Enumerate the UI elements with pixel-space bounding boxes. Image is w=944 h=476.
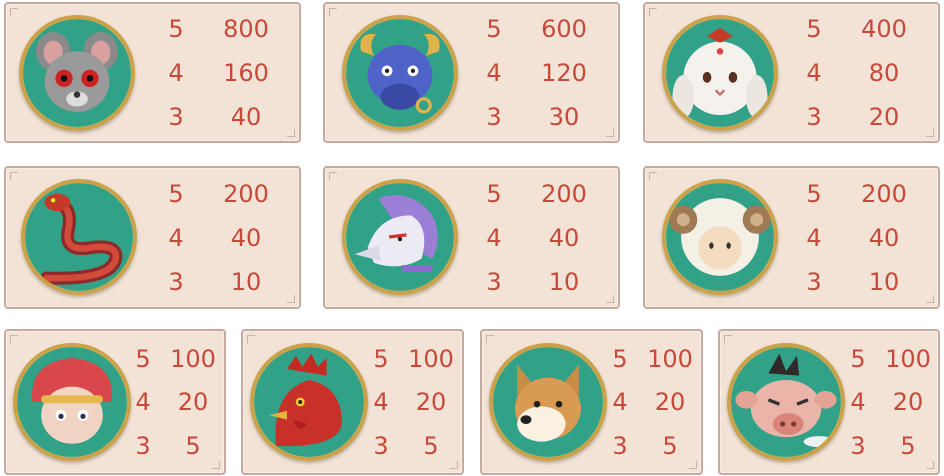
payout-value: 5 xyxy=(185,432,201,460)
paytable-card-ox: 5 600 4 120 3 30 xyxy=(323,2,620,143)
symbol-count: 5 xyxy=(612,345,628,373)
symbol-count: 5 xyxy=(168,15,184,43)
symbol-count: 4 xyxy=(612,388,628,416)
paytable-card-rat: 5 800 4 160 3 40 xyxy=(4,2,301,143)
paytable-card-dog: 5 100 4 20 3 5 xyxy=(480,329,703,475)
payout-value: 40 xyxy=(868,224,900,252)
payout-value: 100 xyxy=(647,345,693,373)
symbol-count: 5 xyxy=(806,15,822,43)
symbol-count: 4 xyxy=(168,224,184,252)
payout-value: 40 xyxy=(230,103,262,131)
symbol-count: 4 xyxy=(850,388,866,416)
symbol-count: 5 xyxy=(486,180,502,208)
symbol-count: 3 xyxy=(486,268,502,296)
payout-value: 600 xyxy=(541,15,587,43)
payout-value: 20 xyxy=(177,388,209,416)
goat-icon xyxy=(662,179,778,295)
paytable-card-snake: 5 200 4 40 3 10 xyxy=(4,166,301,309)
payout-value: 160 xyxy=(223,59,269,87)
symbol-count: 3 xyxy=(806,103,822,131)
payout-value: 400 xyxy=(861,15,907,43)
payout-value: 40 xyxy=(230,224,262,252)
symbol-count: 5 xyxy=(135,345,151,373)
payout-value: 100 xyxy=(170,345,216,373)
symbol-count: 3 xyxy=(850,432,866,460)
payout-value: 20 xyxy=(415,388,447,416)
monkey-icon xyxy=(13,343,131,461)
paytable-card-goat: 5 200 4 40 3 10 xyxy=(643,166,940,309)
payout-value: 10 xyxy=(230,268,262,296)
symbol-count: 4 xyxy=(806,224,822,252)
payout-value: 20 xyxy=(654,388,686,416)
payout-value: 5 xyxy=(662,432,678,460)
symbol-count: 3 xyxy=(168,268,184,296)
rooster-icon xyxy=(250,343,368,461)
payout-value: 5 xyxy=(900,432,916,460)
symbol-count: 3 xyxy=(486,103,502,131)
payout-value: 5 xyxy=(423,432,439,460)
payout-value: 800 xyxy=(223,15,269,43)
payout-value: 40 xyxy=(548,224,580,252)
symbol-count: 3 xyxy=(168,103,184,131)
horse-icon xyxy=(342,179,458,295)
symbol-count: 5 xyxy=(168,180,184,208)
paytable-card-horse: 5 200 4 40 3 10 xyxy=(323,166,620,309)
symbol-count: 4 xyxy=(135,388,151,416)
paytable-card-monkey: 5 100 4 20 3 5 xyxy=(4,329,226,475)
symbol-count: 4 xyxy=(486,59,502,87)
symbol-count: 3 xyxy=(806,268,822,296)
symbol-count: 5 xyxy=(486,15,502,43)
symbol-count: 4 xyxy=(373,388,389,416)
symbol-count: 3 xyxy=(612,432,628,460)
symbol-count: 4 xyxy=(168,59,184,87)
pig-icon xyxy=(727,343,845,461)
symbol-count: 3 xyxy=(373,432,389,460)
payout-value: 80 xyxy=(868,59,900,87)
symbol-count: 4 xyxy=(806,59,822,87)
paytable-card-rooster: 5 100 4 20 3 5 xyxy=(241,329,464,475)
ox-icon xyxy=(342,15,458,131)
symbol-count: 3 xyxy=(135,432,151,460)
snake-icon xyxy=(21,179,137,295)
payout-value: 100 xyxy=(408,345,454,373)
payout-value: 20 xyxy=(892,388,924,416)
payout-value: 200 xyxy=(861,180,907,208)
symbol-count: 5 xyxy=(806,180,822,208)
symbol-count: 5 xyxy=(373,345,389,373)
symbol-count: 5 xyxy=(850,345,866,373)
rabbit-icon xyxy=(662,15,778,131)
symbol-count: 4 xyxy=(486,224,502,252)
paytable-card-pig: 5 100 4 20 3 5 xyxy=(718,329,940,475)
dog-icon xyxy=(489,343,607,461)
payout-value: 200 xyxy=(223,180,269,208)
payout-value: 200 xyxy=(541,180,587,208)
payout-value: 10 xyxy=(548,268,580,296)
payout-value: 120 xyxy=(541,59,587,87)
payout-value: 20 xyxy=(868,103,900,131)
rat-icon xyxy=(19,15,135,131)
payout-value: 30 xyxy=(548,103,580,131)
payout-value: 100 xyxy=(885,345,931,373)
paytable-card-rabbit: 5 400 4 80 3 20 xyxy=(643,2,940,143)
payout-value: 10 xyxy=(868,268,900,296)
